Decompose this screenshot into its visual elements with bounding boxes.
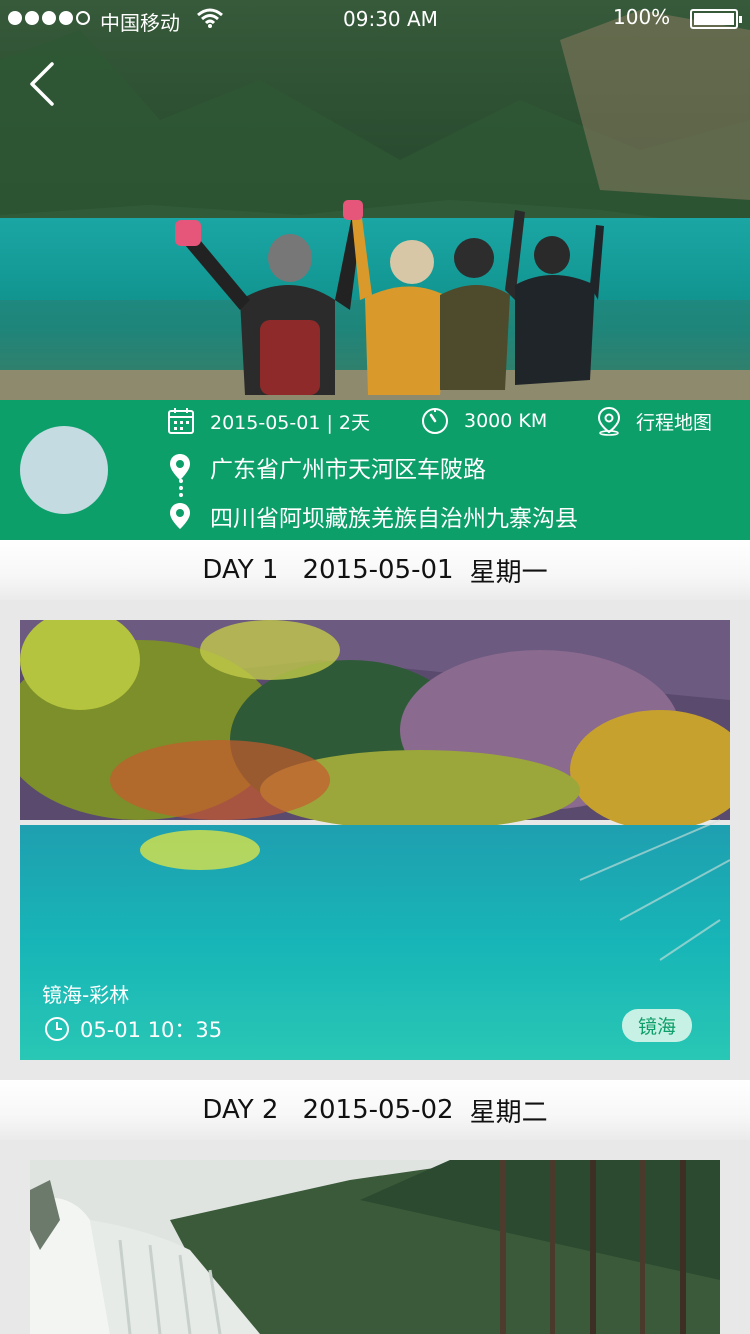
trip-info-panel: 2015-05-01 | 2天 3000 KM 行程地图 广东省广州市天河区车陂… xyxy=(0,400,750,540)
route-end: 四川省阿坝藏族羌族自治州九寨沟县 xyxy=(168,499,578,533)
speedometer-icon xyxy=(422,408,448,434)
status-bar: 中国移动 09:30 AM 100% xyxy=(0,0,750,40)
route-end-text: 四川省阿坝藏族羌族自治州九寨沟县 xyxy=(210,506,578,532)
photo-card[interactable]: 镜海-彩林 05-01 10：35 镜海 xyxy=(20,620,730,1060)
clock-time: 09:30 AM xyxy=(343,7,438,31)
location-pin-icon xyxy=(170,454,190,480)
photo-card[interactable] xyxy=(30,1160,720,1334)
route-connector xyxy=(179,479,183,497)
trip-distance: 3000 KM xyxy=(420,406,547,436)
route-map-link[interactable]: 行程地图 xyxy=(596,406,712,436)
day-date: 2015-05-01 xyxy=(302,555,454,585)
hero-landscape xyxy=(0,0,750,400)
day-label: DAY 1 xyxy=(202,555,279,585)
carrier-name: 中国移动 xyxy=(100,11,180,35)
battery-percent: 100% xyxy=(613,5,671,29)
day-header: DAY 1 2015-05-01 星期一 xyxy=(0,540,750,600)
day-date: 2015-05-02 xyxy=(302,1095,454,1125)
avatar[interactable] xyxy=(20,426,108,514)
route-start-text: 广东省广州市天河区车陂路 xyxy=(210,457,486,483)
trip-date: 2015-05-01 | 2天 xyxy=(166,406,370,436)
back-arrow-icon xyxy=(30,62,54,106)
day-label: DAY 2 xyxy=(202,1095,279,1125)
trip-distance-text: 3000 KM xyxy=(464,410,548,432)
photo-time-text: 05-01 10：35 xyxy=(80,1018,223,1042)
photo-location-tag[interactable]: 镜海 xyxy=(621,1009,692,1042)
location-pin-icon xyxy=(170,503,190,529)
day-weekday: 星期一 xyxy=(469,557,548,588)
day-header: DAY 2 2015-05-02 星期二 xyxy=(0,1080,750,1140)
battery-icon xyxy=(690,9,742,29)
day-weekday: 星期二 xyxy=(469,1097,548,1128)
route-start: 广东省广州市天河区车陂路 xyxy=(168,450,486,484)
photo-time: 05-01 10：35 xyxy=(44,1014,222,1044)
back-button[interactable] xyxy=(24,58,64,110)
photo-title: 镜海-彩林 xyxy=(42,983,130,1007)
waterfall-photo xyxy=(30,1160,720,1334)
trip-date-text: 2015-05-01 | 2天 xyxy=(210,411,370,434)
signal-strength-icon xyxy=(8,11,90,25)
map-pin-icon xyxy=(597,406,621,436)
clock-icon xyxy=(45,1017,69,1041)
hero-image: 中国移动 09:30 AM 100% xyxy=(0,0,750,400)
route-map-label: 行程地图 xyxy=(636,411,713,434)
calendar-icon xyxy=(168,408,194,434)
